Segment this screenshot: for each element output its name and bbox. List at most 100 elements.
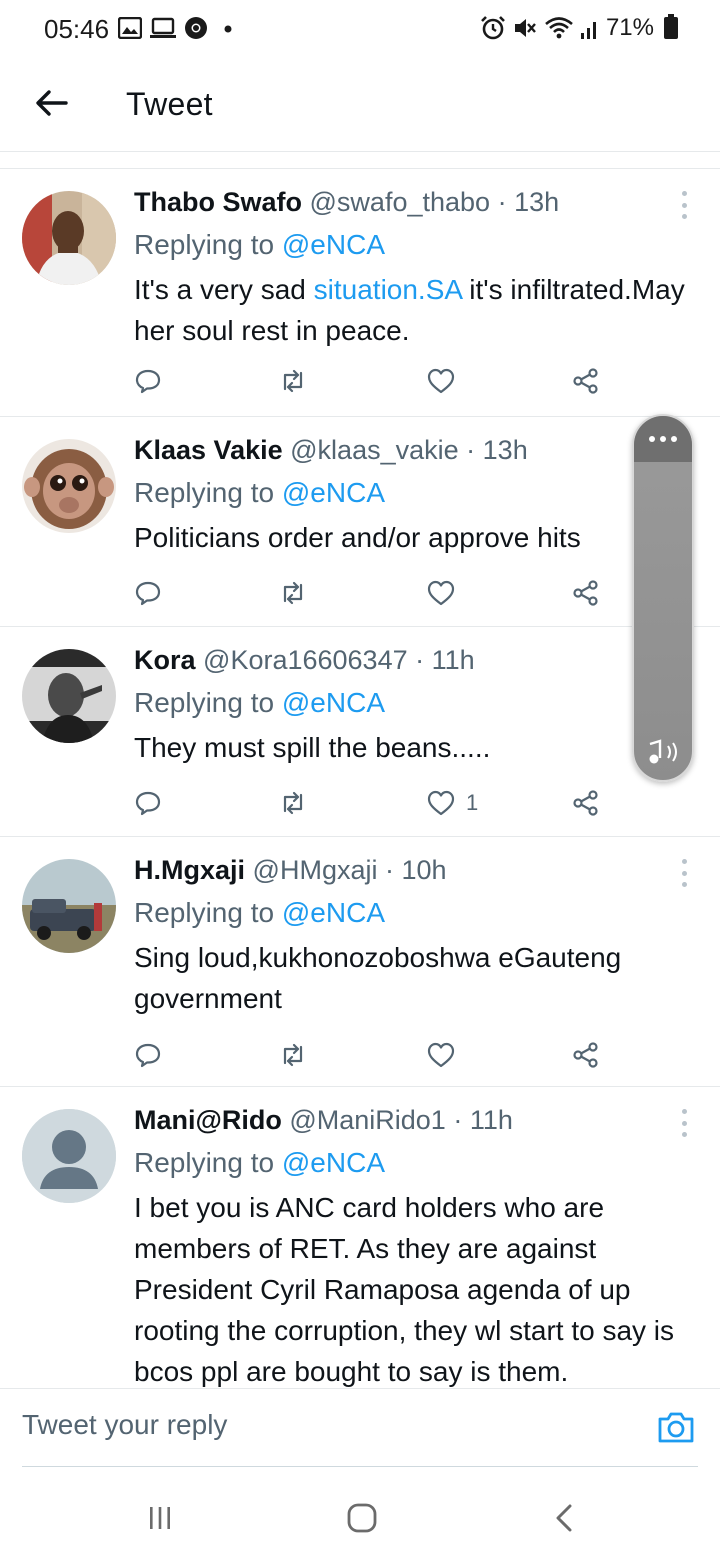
author-name[interactable]: Kora <box>134 645 196 675</box>
heart-icon <box>427 790 455 816</box>
tweet-link[interactable]: situation.SA <box>314 274 462 305</box>
retweet-icon <box>283 581 303 605</box>
share-button[interactable] <box>570 361 600 401</box>
like-count: 1 <box>466 790 479 815</box>
replying-to-label: Replying to <box>134 477 282 508</box>
recent-apps-icon <box>150 1507 170 1529</box>
floating-panel[interactable] <box>632 414 694 782</box>
chevron-left-icon <box>556 1504 572 1532</box>
replying-to: Replying to @eNCA <box>134 1147 385 1179</box>
retweet-button[interactable] <box>278 361 308 401</box>
tweet-actions: 1 <box>134 783 614 823</box>
reply-icon <box>135 791 161 816</box>
retweet-button[interactable] <box>278 573 308 613</box>
replying-to-label: Replying to <box>134 1147 282 1178</box>
author-name[interactable]: Thabo Swafo <box>134 187 302 217</box>
author-handle[interactable]: @Kora16606347 <box>203 645 408 675</box>
tweet-text: Sing loud,kukhonozoboshwa eGauteng gover… <box>134 942 622 1014</box>
author-handle[interactable]: @swafo_thabo <box>310 187 491 217</box>
screen-icon <box>150 17 176 38</box>
mention-link[interactable]: @eNCA <box>282 477 385 508</box>
like-button[interactable] <box>426 361 466 401</box>
sound-icon[interactable] <box>644 736 684 768</box>
like-button[interactable]: 1 <box>426 783 478 823</box>
back-nav-button[interactable] <box>534 1496 594 1540</box>
more-options-button[interactable] <box>678 1109 690 1137</box>
more-options-button[interactable] <box>678 859 690 887</box>
avatar[interactable] <box>22 859 116 953</box>
app-header: Tweet <box>0 60 720 152</box>
share-button[interactable] <box>570 1035 600 1075</box>
retweet-button[interactable] <box>278 783 308 823</box>
avatar[interactable] <box>22 649 116 743</box>
reply-button[interactable] <box>134 1035 162 1075</box>
chrome-icon <box>185 17 207 39</box>
replying-to: Replying to @eNCA <box>134 687 385 719</box>
reply-underline <box>22 1466 698 1467</box>
reply-input[interactable] <box>22 1409 602 1441</box>
mention-link[interactable]: @eNCA <box>282 1147 385 1178</box>
tweet[interactable]: Thabo Swafo @swafo_thabo · 13h Replying … <box>0 168 720 416</box>
share-button[interactable] <box>570 783 600 823</box>
author-name[interactable]: Mani@Rido <box>134 1105 282 1135</box>
camera-icon[interactable] <box>656 1407 696 1447</box>
author-handle[interactable]: @ManiRido1 <box>289 1105 445 1135</box>
mention-link[interactable]: @eNCA <box>282 687 385 718</box>
mention-link[interactable]: @eNCA <box>282 229 385 260</box>
like-button[interactable] <box>426 1035 466 1075</box>
reply-button[interactable] <box>134 783 162 823</box>
tweet[interactable]: Kora @Kora16606347 · 11h Replying to @eN… <box>0 626 720 836</box>
retweet-icon <box>283 369 303 393</box>
avatar-photo <box>22 191 116 285</box>
recent-apps-button[interactable] <box>130 1496 190 1540</box>
author-name[interactable]: Klaas Vakie <box>134 435 283 465</box>
tweet-text: I bet you is ANC card holders who are me… <box>134 1192 675 1387</box>
system-nav-bar <box>0 1480 720 1560</box>
home-button[interactable] <box>332 1496 392 1540</box>
replies-feed[interactable]: Thabo Swafo @swafo_thabo · 13h Replying … <box>0 152 720 1388</box>
replying-to-label: Replying to <box>134 229 282 260</box>
default-avatar-icon <box>22 1109 116 1203</box>
battery-icon <box>664 14 678 39</box>
tweet[interactable]: H.Mgxaji @HMgxaji · 10h Replying to @eNC… <box>0 836 720 1086</box>
tweet-time: 13h <box>514 187 560 217</box>
avatar[interactable] <box>22 439 116 533</box>
signal-icon <box>580 22 596 39</box>
tweet-header: Thabo Swafo @swafo_thabo · 13h <box>134 187 559 218</box>
separator: · <box>453 1105 470 1135</box>
tweet-header: Klaas Vakie @klaas_vakie · 13h <box>134 435 528 466</box>
author-handle[interactable]: @klaas_vakie <box>290 435 459 465</box>
battery-percent: 71% <box>605 14 654 41</box>
reply-icon <box>135 369 161 394</box>
retweet-button[interactable] <box>278 1035 308 1075</box>
replying-to-label: Replying to <box>134 687 282 718</box>
status-left-icons <box>118 16 236 40</box>
share-button[interactable] <box>570 573 600 613</box>
reply-button[interactable] <box>134 361 162 401</box>
alarm-icon <box>481 16 505 40</box>
tweet-actions <box>134 573 614 613</box>
retweet-icon <box>283 1043 303 1067</box>
separator: · <box>385 855 402 885</box>
reply-bar <box>0 1388 720 1468</box>
author-handle[interactable]: @HMgxaji <box>253 855 378 885</box>
reply-button[interactable] <box>134 573 162 613</box>
author-name[interactable]: H.Mgxaji <box>134 855 245 885</box>
more-options-button[interactable] <box>678 191 690 219</box>
replying-to: Replying to @eNCA <box>134 229 385 261</box>
heart-icon <box>427 580 455 606</box>
mute-icon <box>514 19 536 37</box>
like-button[interactable] <box>426 573 466 613</box>
wifi-icon <box>545 17 573 39</box>
floating-menu-button[interactable] <box>634 416 692 462</box>
avatar-photo <box>22 649 116 743</box>
tweet[interactable]: Klaas Vakie @klaas_vakie · 13h Replying … <box>0 416 720 626</box>
tweet-time: 11h <box>431 645 475 675</box>
page-title: Tweet <box>126 86 213 122</box>
tweet-text-part: It's a very sad <box>134 274 314 305</box>
back-button[interactable] <box>26 78 76 128</box>
avatar[interactable] <box>22 1109 116 1203</box>
tweet[interactable]: Mani@Rido @ManiRido1 · 11h Replying to @… <box>0 1086 720 1388</box>
avatar[interactable] <box>22 191 116 285</box>
mention-link[interactable]: @eNCA <box>282 897 385 928</box>
